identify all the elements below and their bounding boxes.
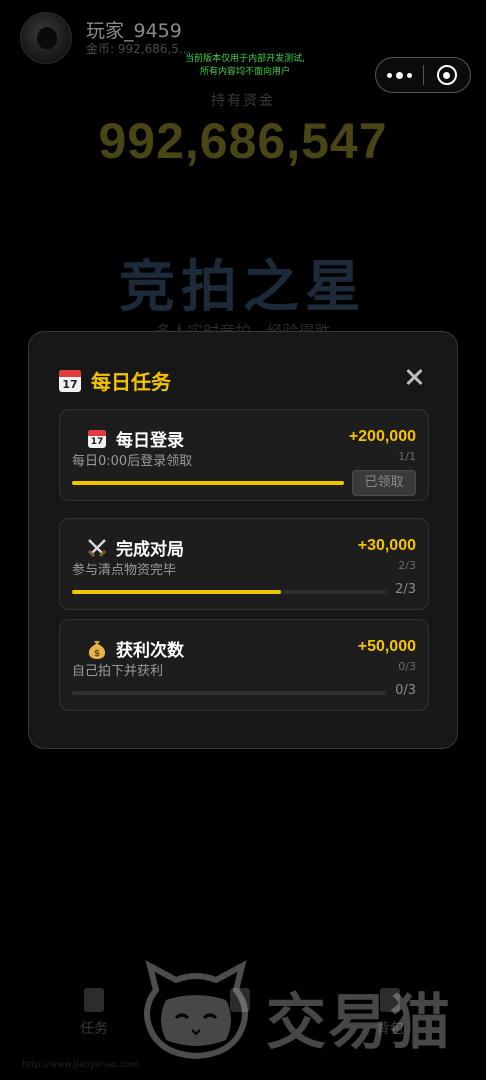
task-progress-text: 0/3 <box>395 683 416 698</box>
footer-url: http://www.jiaoyimao.com <box>22 1060 140 1070</box>
player-avatar[interactable] <box>20 12 72 64</box>
task-name: $ 获利次数 <box>86 636 184 661</box>
task-reward: +200,000 <box>348 428 416 445</box>
task-ratio: 0/3 <box>398 660 416 673</box>
task-progress-bar <box>72 691 386 695</box>
money-bag-icon: $ <box>86 638 108 660</box>
task-name: 17 每日登录 <box>86 426 184 451</box>
task-ratio: 1/1 <box>398 450 416 463</box>
task-desc: 参与清点物资完毕 <box>72 563 177 578</box>
watermark-text: 交易猫 <box>266 988 452 1058</box>
miniprogram-capsule <box>375 57 471 93</box>
watermark: 交易猫 <box>136 960 466 1060</box>
claimed-button[interactable]: 已领取 <box>352 470 416 496</box>
task-desc: 每日0:00后登录领取 <box>72 454 193 469</box>
nav-item-tasks[interactable]: 任务 <box>64 988 124 1038</box>
task-progress-text: 2/3 <box>395 582 416 597</box>
task-name: 完成对局 <box>86 535 184 560</box>
calendar-icon: 17 <box>86 428 108 450</box>
svg-text:$: $ <box>94 649 100 659</box>
task-reward: +50,000 <box>357 638 416 655</box>
close-icon[interactable] <box>405 368 423 386</box>
clipboard-icon <box>84 988 104 1012</box>
task-progress-fill <box>72 590 282 594</box>
task-ratio: 2/3 <box>398 559 416 572</box>
task-card-complete-match: 完成对局 参与清点物资完毕 +30,000 2/3 2/3 <box>59 518 429 610</box>
daily-tasks-modal: 17 每日任务 17 每日登录 每日0:00后登录领取 +200,000 1/1… <box>28 331 458 749</box>
task-card-daily-login: 17 每日登录 每日0:00后登录领取 +200,000 1/1 已领取 <box>59 409 429 501</box>
nav-item-tasks-label: 任务 <box>80 1021 108 1037</box>
more-options-icon[interactable] <box>376 58 423 92</box>
dev-notice-line-1: 当前版本仅用于内部开发测试, <box>185 54 305 64</box>
player-name: 玩家_9459 <box>86 20 182 42</box>
funds-value: 992,686,547 <box>98 113 388 169</box>
calendar-icon: 17 <box>59 369 81 392</box>
dev-notice: 当前版本仅用于内部开发测试, 所有内容均不面向用户 <box>170 53 320 79</box>
cat-logo-icon <box>144 960 248 1060</box>
task-progress-fill <box>72 481 344 485</box>
task-desc: 自己拍下并获利 <box>72 664 164 679</box>
task-progress-bar <box>72 481 344 485</box>
task-reward: +30,000 <box>357 537 416 554</box>
game-title: 竞拍之星 <box>119 255 367 320</box>
task-card-profit-count: $ 获利次数 自己拍下并获利 +50,000 0/3 0/3 <box>59 619 429 711</box>
crossed-swords-icon <box>86 537 108 559</box>
task-progress-bar <box>72 590 386 594</box>
funds-label: 持有资金 <box>211 93 275 109</box>
exit-miniprogram-icon[interactable] <box>424 58 470 92</box>
modal-title: 每日任务 <box>91 370 171 394</box>
dev-notice-line-2: 所有内容均不面向用户 <box>199 67 290 77</box>
modal-header: 17 每日任务 <box>59 366 171 395</box>
